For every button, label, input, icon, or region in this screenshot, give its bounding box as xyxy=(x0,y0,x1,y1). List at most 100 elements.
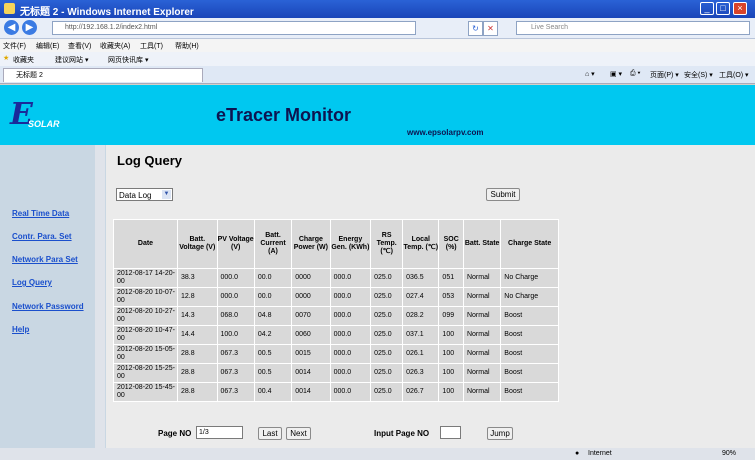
maximize-button[interactable]: □ xyxy=(716,2,730,15)
epsolar-logo: E SOLAR xyxy=(10,97,90,135)
menu-help[interactable]: 帮助(H) xyxy=(175,41,199,51)
stop-icon[interactable]: ✕ xyxy=(483,21,498,36)
sidebar-item-network-para-set[interactable]: Network Para Set xyxy=(12,255,78,264)
chevron-down-icon[interactable]: ▼ xyxy=(162,190,171,199)
table-cell: 027.4 xyxy=(402,287,440,307)
table-cell: 026.1 xyxy=(402,344,440,364)
home-icon[interactable]: ⌂ ▾ xyxy=(585,70,595,78)
table-cell: Normal xyxy=(462,306,502,326)
column-header: PV Voltage (V) xyxy=(216,219,255,269)
menu-view[interactable]: 查看(V) xyxy=(68,41,91,51)
sidebar-item-real-time-data[interactable]: Real Time Data xyxy=(12,209,69,218)
column-header: RS Temp. (℃) xyxy=(370,219,404,269)
table-cell: 068.0 xyxy=(216,306,255,326)
back-icon[interactable]: ◀ xyxy=(4,20,19,35)
table-cell: 0060 xyxy=(291,325,331,345)
column-header: Energy Gen. (KWh) xyxy=(329,219,372,269)
tab-title: 无标题 2 xyxy=(16,72,43,79)
site-url: www.epsolarpv.com xyxy=(407,128,484,137)
table-cell: 025.0 xyxy=(370,344,404,364)
suggested-sites-link[interactable]: 建议网站 ▾ xyxy=(55,55,88,65)
log-type-value: Data Log xyxy=(119,191,152,200)
zoom-level[interactable]: 90% xyxy=(722,450,736,457)
sidebar-item-log-query[interactable]: Log Query xyxy=(12,278,52,287)
table-row: 2012-08-20 10-47-00 14.4 100.0 04.2 0060 000.… xyxy=(112,325,559,345)
column-header: Batt. Voltage (V) xyxy=(177,219,218,269)
security-zone: Internet xyxy=(588,450,612,457)
column-header: Date xyxy=(112,219,179,269)
forward-icon[interactable]: ▶ xyxy=(22,20,37,35)
window-title-bar: 无标题 2 - Windows Internet Explorer _ □ × xyxy=(0,0,755,18)
table-cell: 025.0 xyxy=(370,382,404,402)
sidebar-item-network-password[interactable]: Network Password xyxy=(12,302,84,311)
web-slice-gallery-link[interactable]: 网页快讯库 ▾ xyxy=(108,55,148,65)
url-field[interactable]: http://192.168.1.2/index2.html xyxy=(52,21,416,35)
menu-edit[interactable]: 编辑(E) xyxy=(36,41,59,51)
table-cell: 000.0 xyxy=(329,325,372,345)
log-type-select[interactable]: Data Log ▼ xyxy=(116,188,173,201)
tab-current[interactable]: 无标题 2 xyxy=(3,68,203,82)
minimize-button[interactable]: _ xyxy=(700,2,714,15)
input-page-field[interactable] xyxy=(440,426,461,439)
refresh-icon[interactable]: ↻ xyxy=(468,21,483,36)
table-cell: 2012-08-20 10-07-00 xyxy=(112,287,179,307)
table-cell: 036.5 xyxy=(402,268,440,288)
table-cell: 025.0 xyxy=(370,325,404,345)
page-no-field[interactable]: 1/3 xyxy=(196,426,243,439)
table-cell: 025.0 xyxy=(370,268,404,288)
table-cell: Normal xyxy=(462,363,502,383)
logo-text: SOLAR xyxy=(28,119,60,129)
table-row: 2012-08-20 10-27-00 14.3 068.0 04.8 0070 000.… xyxy=(112,306,559,326)
search-input[interactable]: Live Search xyxy=(516,21,750,35)
jump-button[interactable]: Jump xyxy=(487,427,513,440)
print-icon[interactable]: ⎙ ▾ xyxy=(630,70,641,78)
favorites-button[interactable]: 收藏夹 xyxy=(13,55,34,65)
table-cell: 000.0 xyxy=(329,287,372,307)
table-cell: Normal xyxy=(462,268,502,288)
close-button[interactable]: × xyxy=(733,2,747,15)
safety-menu[interactable]: 安全(S) ▾ xyxy=(684,70,713,80)
table-row: 2012-08-17 14-20-00 38.3 000.0 00.0 0000 000.… xyxy=(112,268,559,288)
main-content: Log Query Data Log ▼ Submit Date Batt. Vo… xyxy=(106,145,755,448)
table-cell: 14.3 xyxy=(177,306,218,326)
log-query-heading: Log Query xyxy=(117,153,183,168)
table-cell: 2012-08-20 15-05-00 xyxy=(112,344,179,364)
table-cell: Boost xyxy=(500,382,559,402)
table-cell: 000.0 xyxy=(216,268,255,288)
page-menu[interactable]: 页面(P) ▾ xyxy=(650,70,679,80)
menu-tools[interactable]: 工具(T) xyxy=(140,41,163,51)
table-cell: Boost xyxy=(500,344,559,364)
table-cell: 000.0 xyxy=(329,382,372,402)
table-cell: 2012-08-20 10-27-00 xyxy=(112,306,179,326)
menu-favorites[interactable]: 收藏夹(A) xyxy=(100,41,130,51)
ie-icon xyxy=(4,3,15,14)
table-row: 2012-08-20 15-45-00 28.8 067.3 00.4 0014 000.… xyxy=(112,382,559,402)
sidebar-item-help[interactable]: Help xyxy=(12,325,29,334)
table-cell: 100 xyxy=(438,363,464,383)
tools-menu[interactable]: 工具(O) ▾ xyxy=(719,70,749,80)
table-cell: 28.8 xyxy=(177,363,218,383)
last-button[interactable]: Last xyxy=(258,427,282,440)
table-cell: 067.3 xyxy=(216,363,255,383)
table-cell: 2012-08-17 14-20-00 xyxy=(112,268,179,288)
feeds-icon[interactable]: ▣ ▾ xyxy=(610,70,622,78)
menu-file[interactable]: 文件(F) xyxy=(3,41,26,51)
table-header-row: Date Batt. Voltage (V) PV Voltage (V) Batt.… xyxy=(112,219,559,269)
table-cell: 0015 xyxy=(291,344,331,364)
table-row: 2012-08-20 15-25-00 28.8 067.3 00.5 0014 000.… xyxy=(112,363,559,383)
table-row: 2012-08-20 15-05-00 28.8 067.3 00.5 0015 000.… xyxy=(112,344,559,364)
table-cell: No Charge xyxy=(500,268,559,288)
table-cell: Normal xyxy=(462,344,502,364)
table-cell: 0000 xyxy=(291,287,331,307)
submit-button[interactable]: Submit xyxy=(486,188,520,201)
next-button[interactable]: Next xyxy=(286,427,311,440)
column-header: Charge State xyxy=(500,219,559,269)
sidebar-item-contr-para-set[interactable]: Contr. Para. Set xyxy=(12,232,72,241)
sidebar-scrollbar[interactable] xyxy=(95,145,105,448)
table-cell: 00.5 xyxy=(253,344,293,364)
window-title: 无标题 2 - Windows Internet Explorer xyxy=(20,7,194,18)
table-cell: 000.0 xyxy=(329,363,372,383)
page-no-label: Page NO xyxy=(158,429,192,438)
table-cell: 38.3 xyxy=(177,268,218,288)
table-cell: 026.7 xyxy=(402,382,440,402)
